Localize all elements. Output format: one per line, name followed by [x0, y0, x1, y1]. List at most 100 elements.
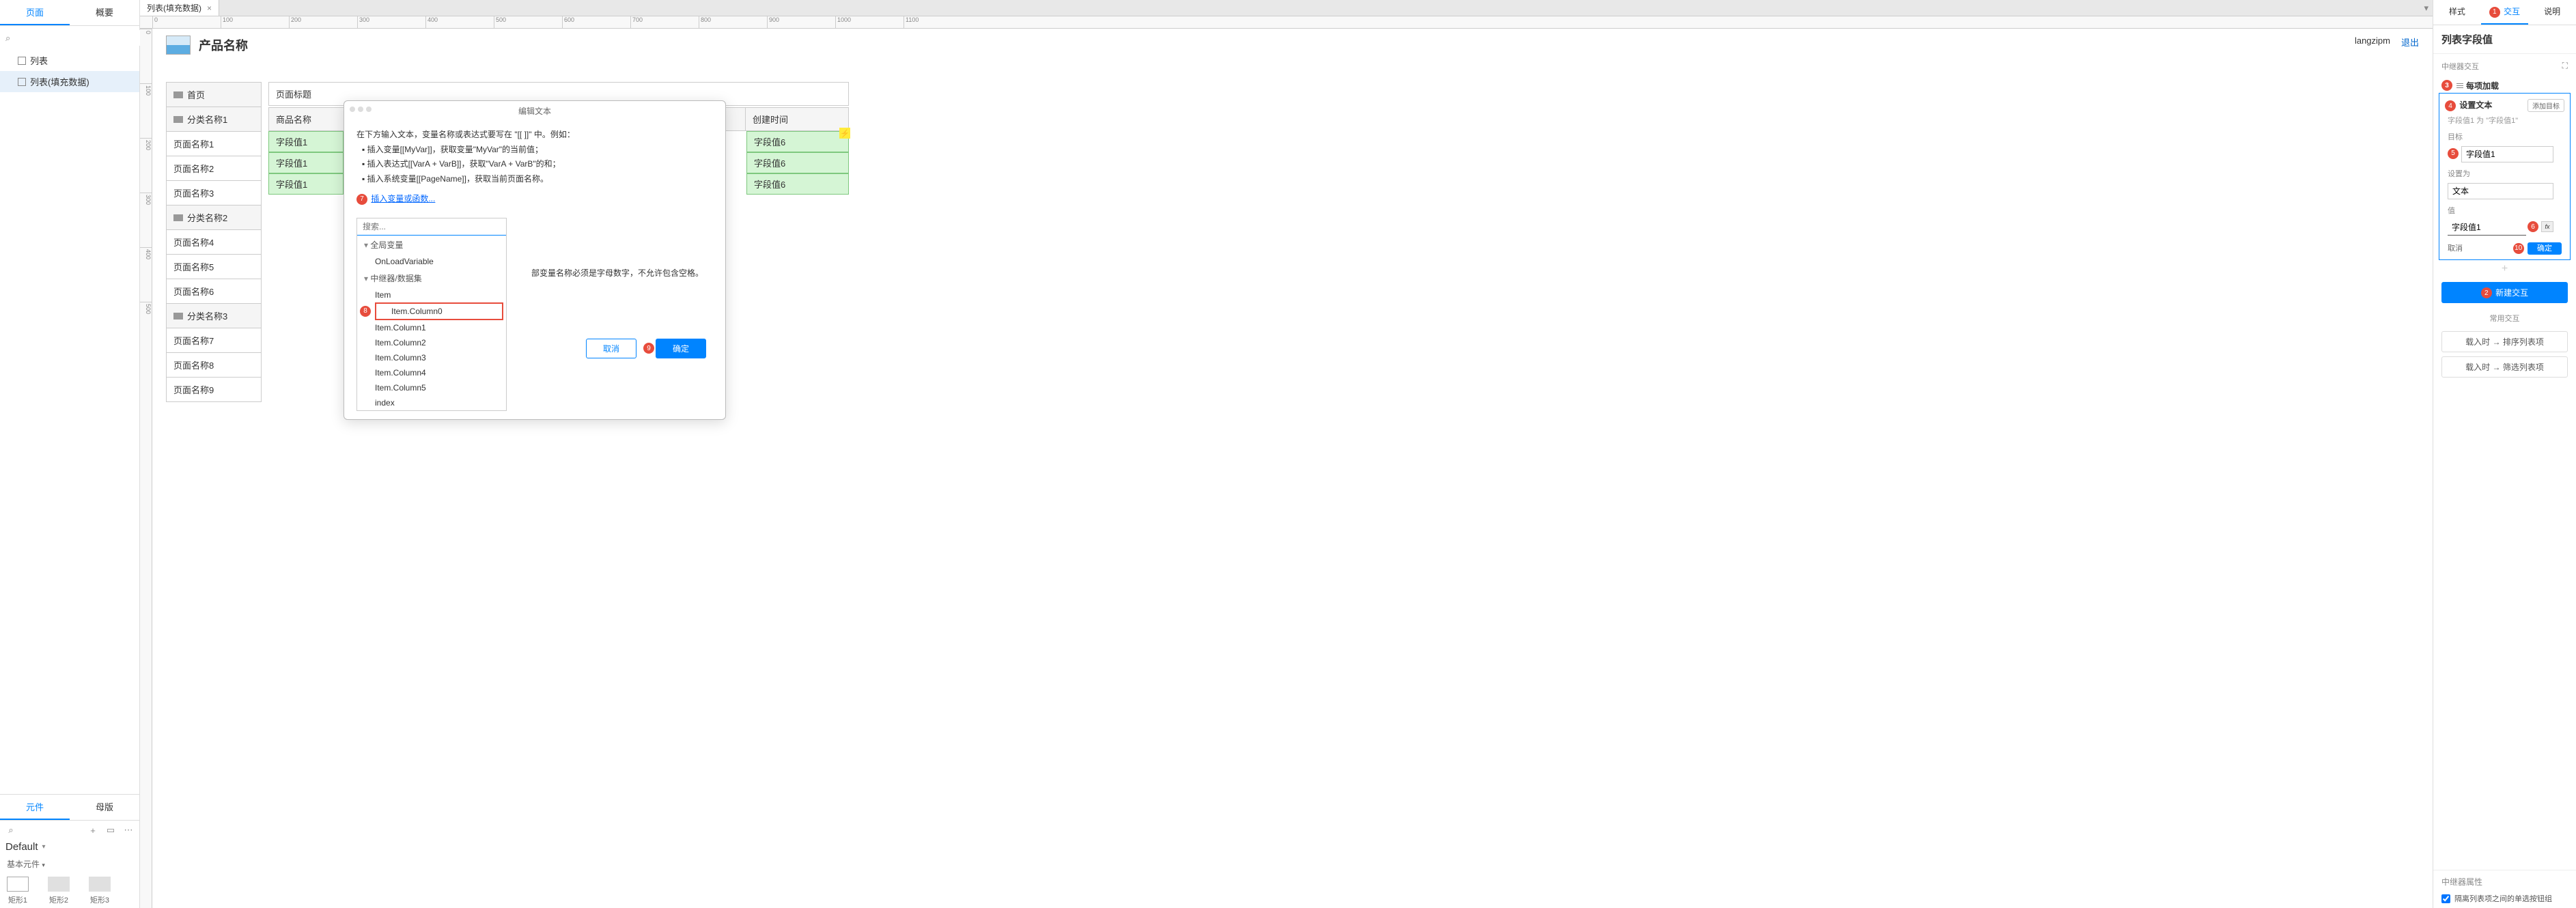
modal-bullet: 插入系统变量[[PageName]]，获取当前页面名称。 [362, 172, 713, 187]
variable-search[interactable] [357, 218, 506, 236]
sidebar-item[interactable]: 首页 [167, 83, 261, 107]
add-icon[interactable]: + [87, 825, 98, 836]
lightning-icon[interactable]: ⚡ [839, 128, 850, 139]
tab-masters[interactable]: 母版 [70, 795, 139, 820]
library-select[interactable]: Default ▾ [0, 840, 139, 854]
document-tab[interactable]: 列表(填充数据) × [140, 0, 219, 16]
sidebar-item[interactable]: 页面名称3 [167, 181, 261, 205]
shape-preview [89, 877, 111, 892]
page-icon [18, 57, 26, 65]
table-cell[interactable]: 字段值1 [268, 152, 344, 173]
var-item[interactable]: Item.Column5 [357, 380, 506, 395]
page-search-input[interactable] [14, 30, 140, 46]
setto-select[interactable] [2448, 183, 2553, 199]
repeater-properties-header: 中继器属性 [2433, 870, 2576, 893]
var-item[interactable]: Item.Column3 [357, 350, 506, 365]
common-interaction-filter[interactable]: 载入时 → 筛选列表项 [2441, 356, 2568, 378]
sidebar-item[interactable]: 页面名称2 [167, 156, 261, 181]
target-label: 目标 [2448, 131, 2553, 142]
value-input[interactable] [2448, 220, 2526, 236]
sidebar-item[interactable]: 页面名称7 [167, 328, 261, 353]
var-item[interactable]: index [357, 395, 506, 410]
shape-label: 矩形1 [8, 894, 27, 905]
close-icon[interactable]: × [207, 3, 212, 13]
table-cell[interactable]: 字段值6 [746, 152, 849, 173]
var-group-global[interactable]: 全局变量 [357, 236, 506, 254]
sidebar-item[interactable]: 页面名称1 [167, 132, 261, 156]
tab-widgets[interactable]: 元件 [0, 795, 70, 820]
sidebar-item[interactable]: 页面名称9 [167, 378, 261, 401]
fx-button[interactable]: fx [2541, 221, 2553, 232]
table-cell[interactable]: 字段值1 [268, 131, 344, 152]
add-action-button[interactable]: + [2433, 260, 2576, 278]
sidebar-item[interactable]: 分类名称3 [167, 304, 261, 328]
shape-label: 矩形3 [90, 894, 109, 905]
common-interaction-sort[interactable]: 载入时 → 排序列表项 [2441, 331, 2568, 352]
confirm-row: 取消 10 确定 [2445, 238, 2564, 255]
table-cell[interactable]: 字段值1 [268, 173, 344, 195]
isolate-checkbox[interactable] [2441, 894, 2450, 903]
table-cell[interactable]: 字段值6 [746, 131, 849, 152]
tab-style[interactable]: 样式 [2433, 0, 2481, 25]
tab-dropdown-icon[interactable]: ▾ [2424, 3, 2428, 14]
library-name: Default [5, 841, 38, 853]
edit-text-modal: 编辑文本 在下方输入文本，变量名称或表达式要写在 "[[ ]]" 中。例如： 插… [344, 100, 726, 420]
add-target-button[interactable]: 添加目标 [2528, 99, 2564, 112]
event-row[interactable]: 3 每项加载 [2433, 79, 2576, 93]
var-group-repeater[interactable]: 中继器/数据集 [357, 269, 506, 287]
more-icon[interactable]: ⋯ [123, 825, 134, 836]
shape-label: 矩形2 [49, 894, 68, 905]
search-icon[interactable]: ⌕ [5, 825, 16, 836]
modal-bullet: 插入变量[[MyVar]]，获取变量"MyVar"的当前值； [362, 143, 713, 158]
left-tabs: 页面 概要 [0, 0, 139, 26]
common-interactions-header: 常用交互 [2433, 307, 2576, 329]
step-badge: 2 [2481, 287, 2492, 298]
tab-interaction[interactable]: 1 交互 [2481, 0, 2529, 25]
cancel-button[interactable]: 取消 [586, 339, 636, 358]
widget-search-row: ⌕ + ▭ ⋯ [0, 821, 139, 840]
tree-item[interactable]: 列表 [0, 50, 139, 71]
widget-name[interactable]: 列表字段值 [2433, 25, 2576, 53]
confirm-button[interactable]: 确定 [2528, 242, 2562, 255]
logout-link[interactable]: 退出 [2401, 36, 2419, 48]
search-icon[interactable]: ⌕ [5, 33, 10, 44]
canvas[interactable]: 产品名称 langzipm 退出 首页 分类名称1 页面名称1 页面名称2 页面… [152, 29, 2433, 908]
library-icon[interactable]: ▭ [105, 825, 116, 836]
expand-icon[interactable]: ⛶ [2562, 61, 2568, 71]
tree-item-label: 列表(填充数据) [30, 75, 89, 88]
sidebar-item[interactable]: 页面名称8 [167, 353, 261, 378]
var-item[interactable]: Item.Column4 [357, 365, 506, 380]
canvas-area: 列表(填充数据) × ▾ 0 100 200 300 400 500 600 7… [140, 0, 2433, 908]
cancel-link[interactable]: 取消 [2448, 242, 2463, 253]
shape-rect3[interactable]: 矩形3 [89, 877, 111, 905]
var-item[interactable]: OnLoadVariable [357, 254, 506, 269]
sidebar-item[interactable]: 页面名称6 [167, 279, 261, 304]
tab-pages[interactable]: 页面 [0, 0, 70, 25]
window-controls[interactable] [350, 107, 372, 112]
sidebar-item[interactable]: 分类名称2 [167, 205, 261, 230]
action-row[interactable]: 4 设置文本 添加目标 [2445, 98, 2564, 112]
var-item[interactable]: Item [357, 287, 506, 302]
modal-body: 在下方输入文本，变量名称或表达式要写在 "[[ ]]" 中。例如： 插入变量[[… [344, 121, 725, 214]
target-select[interactable] [2461, 146, 2553, 162]
folder-icon [173, 116, 183, 123]
var-item[interactable]: Item.Column1 [357, 320, 506, 335]
component-tabs: 元件 母版 [0, 795, 139, 821]
shape-rect2[interactable]: 矩形2 [48, 877, 70, 905]
tab-notes[interactable]: 说明 [2528, 0, 2576, 25]
table-cell[interactable]: 字段值6 [746, 173, 849, 195]
sidebar-item[interactable]: 页面名称4 [167, 230, 261, 255]
sidebar-item[interactable]: 分类名称1 [167, 107, 261, 132]
tab-overview[interactable]: 概要 [70, 0, 139, 25]
shape-rect1[interactable]: 矩形1 [7, 877, 29, 905]
folder-icon [173, 214, 183, 221]
insert-variable-link[interactable]: 插入变量或函数... [371, 192, 435, 207]
tree-item[interactable]: 列表(填充数据) [0, 71, 139, 92]
var-item-column0[interactable]: Item.Column0 [375, 302, 503, 320]
sidebar-item[interactable]: 页面名称5 [167, 255, 261, 279]
page-tree: 列表 列表(填充数据) [0, 50, 139, 794]
event-name: 每项加载 [2466, 80, 2499, 91]
var-item[interactable]: Item.Column2 [357, 335, 506, 350]
new-interaction-button[interactable]: 2 新建交互 [2441, 282, 2568, 304]
ok-button[interactable]: 确定 [656, 339, 706, 358]
